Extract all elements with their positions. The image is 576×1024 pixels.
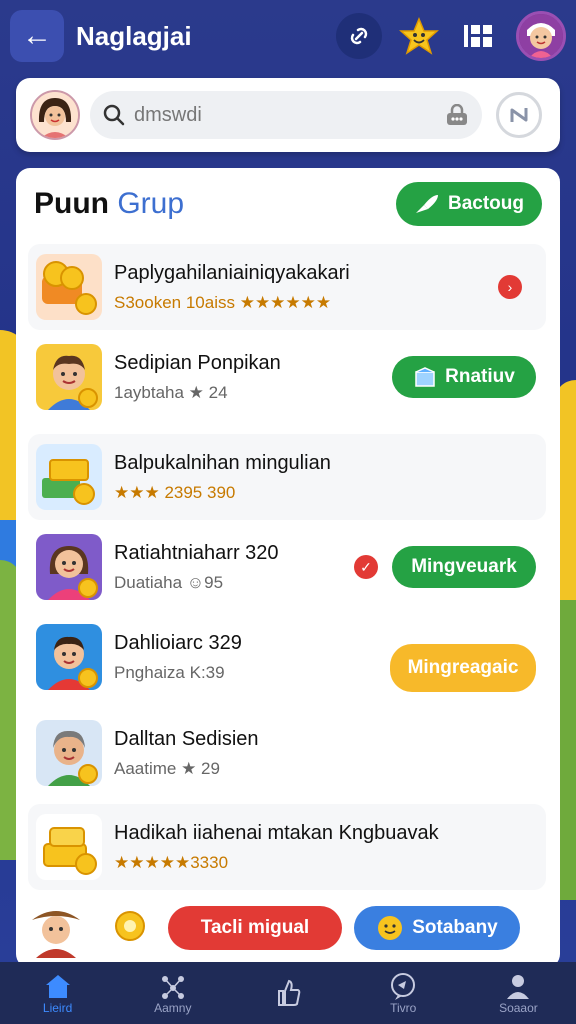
item-name: Sedipian Ponpikan [114,351,281,374]
nav-label: Lieird [42,1001,73,1015]
primary-action-button[interactable]: Tacli migual [168,906,342,950]
item-name: Balpukalnihan mingulian [114,451,331,474]
item-name: Dalltan Sedisien [114,727,259,750]
check-badge-icon: ✓ [354,555,378,579]
network-icon [161,976,184,999]
item-name: Paplygahilaniainiqyakakari [114,261,350,284]
list-item: Ratiahtniaharr 320 Duatiaha ☺95 ✓ Mingve… [28,524,546,610]
bottom-actions: Tacli migual Sotabany [16,888,560,968]
nav-label: Tivro [390,1001,417,1015]
group-title: Puun Grup [34,187,396,221]
item-action-label: Mingveuark [411,556,517,577]
boy-avatar-icon [48,636,98,690]
refresh-button[interactable] [496,92,542,138]
search-bar[interactable] [90,91,482,139]
list-item[interactable]: Paplygahilaniainiqyakakari S3ooken 10ais… [28,244,546,330]
search-icon [103,104,125,126]
item-subtitle: ★★★ 2395 390 [114,482,236,502]
search-input[interactable] [134,103,444,127]
nav-home[interactable]: Lieird [0,962,115,1024]
back-arrow-icon: ← [22,19,52,52]
top-bar: ← Naglagjai [0,0,576,72]
user-thumbnail [36,720,102,786]
secondary-action-label: Sotabany [412,917,498,938]
hint-icon[interactable] [108,904,156,952]
list-item[interactable]: Balpukalnihan mingulian ★★★ 2395 390 [28,434,546,520]
user-avatar[interactable] [30,90,80,140]
profile-avatar[interactable] [516,11,566,61]
grid-menu-button[interactable] [456,13,502,59]
girl-avatar-icon [48,546,98,600]
avatar-face-icon [32,92,78,138]
grid-icon [464,25,492,47]
rewards-button[interactable] [396,13,442,59]
box-icon [415,367,435,387]
nav-label: Aamny [154,1001,192,1015]
man-avatar-icon [48,730,98,786]
list-item: Dahlioiarc 329 Pnghaiza K:39 Mingreagaic [28,614,546,700]
secondary-action-button[interactable]: Sotabany [354,906,520,950]
gold-stack-icon [43,827,97,875]
thumbs-up-icon [278,979,301,1006]
money-thumbnail [36,444,102,510]
rocket-icon [416,195,438,213]
user-icon [507,975,530,999]
chevron-right-icon[interactable]: › [498,275,522,299]
home-icon [45,975,70,998]
item-action-button[interactable]: Mingveuark [392,546,536,588]
boy-avatar-icon [48,355,98,410]
item-subtitle: 1aybtaha ★ 24 [114,382,228,402]
star-icon [399,17,439,55]
nav-network[interactable]: Aamny [115,962,230,1024]
link-icon [350,27,368,45]
item-subtitle: Aaatime ★ 29 [114,758,220,778]
search-card [16,78,560,152]
list-item: Dalltan Sedisien Aaatime ★ 29 [28,710,546,796]
item-action-label: Rnatiuv [445,366,515,387]
item-name: Dahlioiarc 329 [114,631,242,654]
back-button[interactable]: ← [10,10,64,62]
item-action-label: Mingreagaic [407,657,519,678]
group-action-button[interactable]: Bactoug [396,182,542,226]
group-title-prefix: Puun [34,187,109,220]
refresh-icon [510,108,528,122]
nav-profile[interactable]: Soaaor [461,962,576,1024]
page-title: Naglagjai [76,20,192,51]
money-stack-icon [42,459,95,505]
nav-label: Soaaor [499,1001,538,1015]
user-thumbnail [36,344,102,410]
group-title-accent: Grup [117,187,185,220]
avatar-face-icon [519,14,563,58]
item-name: Ratiahtniaharr 320 [114,541,279,564]
user-thumbnail [36,624,102,690]
item-subtitle: S3ooken 10aiss ★★★★★★ [114,292,332,312]
chat-icon [391,973,416,1000]
group-card: Puun Grup Bactoug Paplygahilaniainiqyaka… [16,168,560,968]
group-header: Puun Grup Bactoug [16,168,560,240]
gold-thumbnail [36,814,102,880]
coin-stack-icon [42,261,97,315]
user-thumbnail [36,534,102,600]
list-item[interactable]: Hadikah iiahenai mtakan Kngbuavak ★★★★★3… [28,804,546,890]
item-subtitle: Duatiaha ☺95 [114,572,224,592]
item-subtitle: ★★★★★3330 [114,852,229,872]
item-action-button[interactable]: Mingreagaic [390,644,536,692]
item-name: Hadikah iiahenai mtakan Kngbuavak [114,821,439,844]
cowboy-avatar-icon [32,911,80,958]
nav-chat[interactable]: Tivro [346,962,461,1024]
item-subtitle: Pnghaiza K:39 [114,662,225,682]
lock-icon[interactable] [444,104,470,126]
smile-badge-icon [378,916,403,940]
link-button[interactable] [336,13,382,59]
bottom-navigation: Lieird Aamny Tivro Soaaor [0,962,576,1024]
item-action-button[interactable]: Rnatiuv [392,356,536,398]
nav-likes[interactable] [230,962,345,1024]
group-action-label: Bactoug [448,193,524,214]
coins-thumbnail [36,254,102,320]
primary-action-label: Tacli migual [200,917,310,938]
list-item: Sedipian Ponpikan 1aybtaha ★ 24 Rnatiuv [28,334,546,420]
